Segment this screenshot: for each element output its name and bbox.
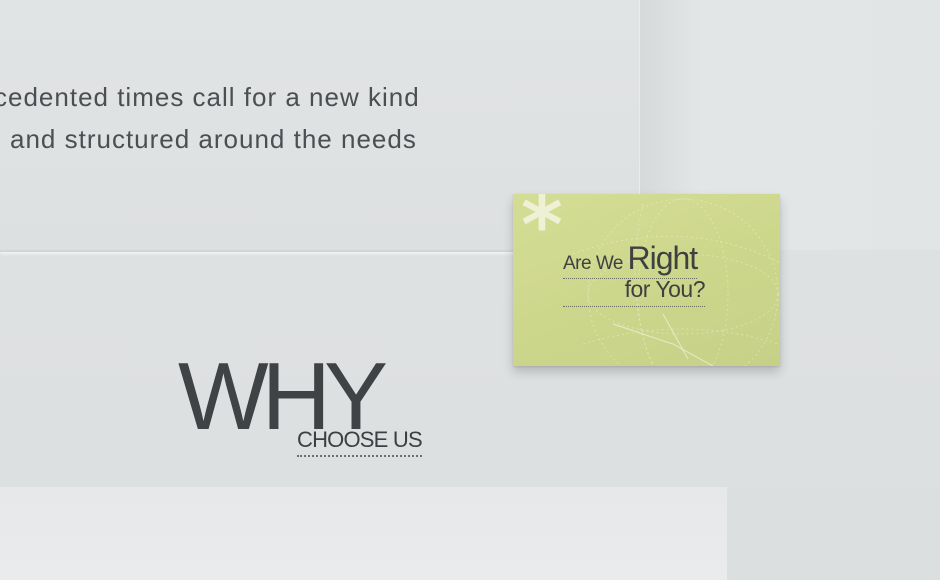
- note-headline-small: Are We: [563, 253, 624, 274]
- choose-us-link[interactable]: CHOOSE US: [297, 427, 423, 457]
- intro-line-1: cedented times call for a new kind: [0, 82, 420, 112]
- intro-text: cedented times call for a new kind and s…: [0, 76, 520, 160]
- page: cedented times call for a new kind and s…: [0, 0, 940, 580]
- intro-line-2: and structured around the needs: [10, 124, 417, 154]
- asterisk-icon: *: [521, 194, 563, 272]
- bottom-band-right: [727, 487, 940, 580]
- note-subline: for You?: [563, 276, 706, 307]
- note-headline: Are We Right: [563, 240, 698, 279]
- bottom-band: [0, 487, 727, 580]
- are-we-right-for-you-note[interactable]: * Are We Right for You?: [513, 194, 780, 366]
- note-headline-big: Right: [627, 240, 698, 276]
